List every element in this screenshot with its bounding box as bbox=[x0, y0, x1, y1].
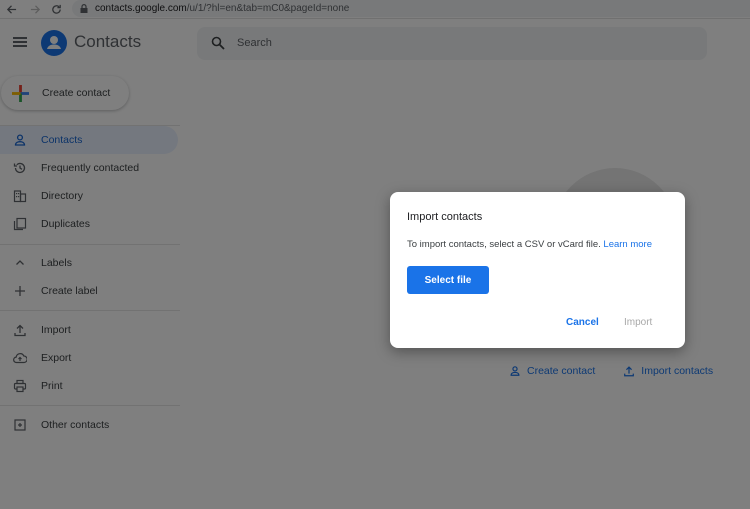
cancel-button[interactable]: Cancel bbox=[566, 317, 599, 328]
select-file-button[interactable]: Select file bbox=[407, 266, 489, 294]
import-button[interactable]: Import bbox=[624, 317, 652, 328]
learn-more-link[interactable]: Learn more bbox=[603, 239, 652, 250]
import-contacts-dialog: Import contacts To import contacts, sele… bbox=[390, 192, 685, 348]
dialog-body: To import contacts, select a CSV or vCar… bbox=[407, 239, 652, 250]
dialog-title: Import contacts bbox=[407, 211, 483, 223]
dialog-body-text: To import contacts, select a CSV or vCar… bbox=[407, 239, 601, 250]
